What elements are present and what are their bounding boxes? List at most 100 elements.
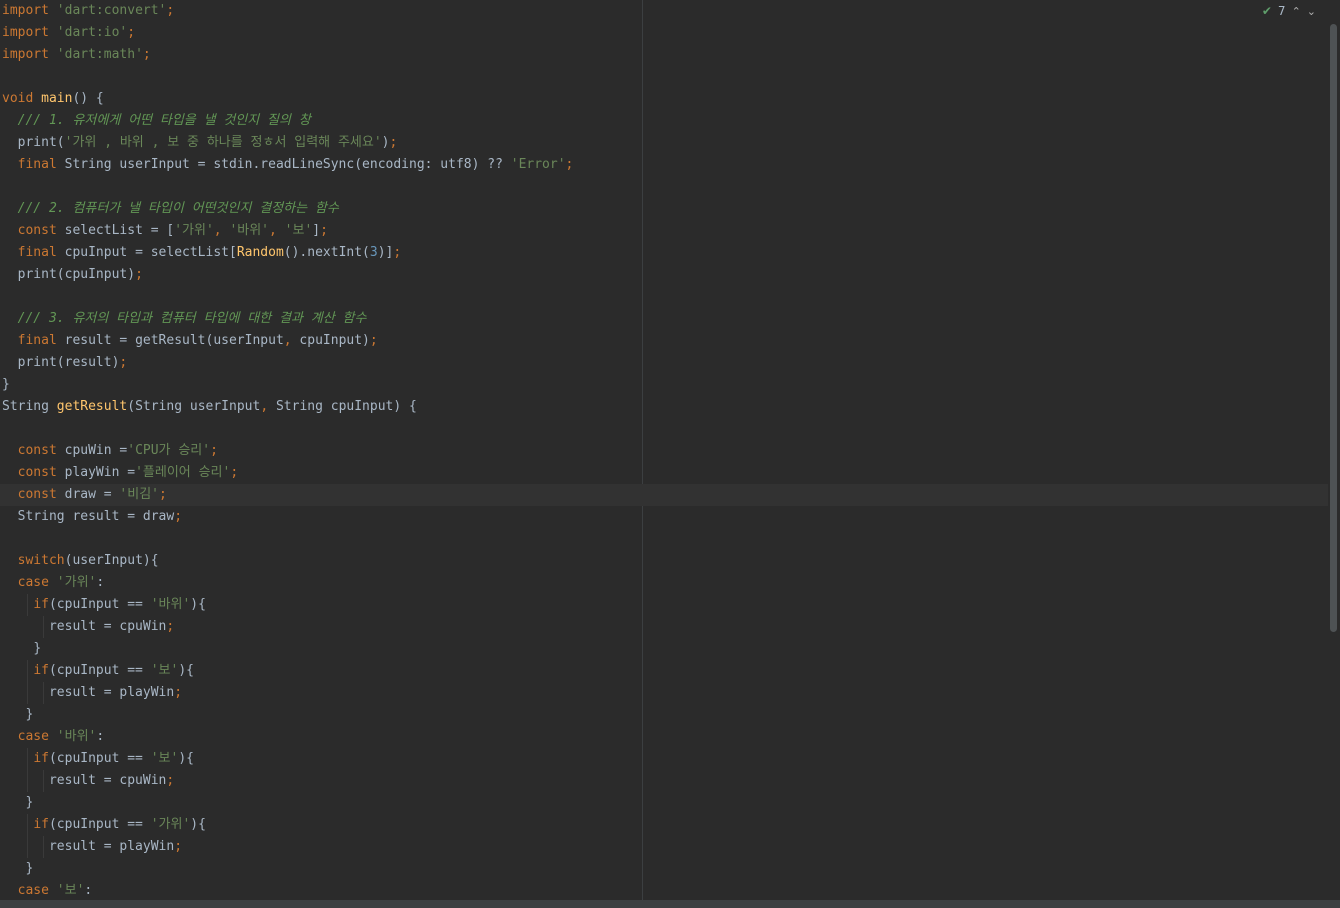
semicolon: ; bbox=[389, 135, 398, 150]
code-line[interactable]: String getResult(String userInput, Strin… bbox=[0, 396, 1328, 418]
code-line[interactable]: if(cpuInput == '바위'){ bbox=[0, 594, 1328, 616]
code-text: () { bbox=[72, 91, 104, 106]
code-line[interactable]: result = playWin; bbox=[0, 836, 1328, 858]
code-line[interactable]: final String userInput = stdin.readLineS… bbox=[0, 154, 1328, 176]
code-line[interactable]: String result = draw; bbox=[0, 506, 1328, 528]
code-text: result = playWin bbox=[48, 685, 175, 700]
code-text: print(result) bbox=[17, 355, 120, 370]
semicolon: ; bbox=[135, 267, 143, 282]
code-line[interactable]: final cpuInput = selectList[Random().nex… bbox=[0, 242, 1328, 264]
code-line-empty[interactable] bbox=[0, 286, 1328, 308]
code-line[interactable]: } bbox=[0, 792, 1328, 814]
code-text: )] bbox=[377, 245, 394, 260]
code-text: result = playWin bbox=[48, 839, 175, 854]
code-line[interactable]: case '보': bbox=[0, 880, 1328, 900]
code-line[interactable]: switch(userInput){ bbox=[0, 550, 1328, 572]
code-line-empty[interactable] bbox=[0, 528, 1328, 550]
code-line-empty[interactable] bbox=[0, 176, 1328, 198]
code-text: cpuInput = selectList[ bbox=[56, 245, 237, 260]
horizontal-scrollbar[interactable] bbox=[0, 900, 1340, 908]
semicolon: ; bbox=[320, 223, 328, 238]
code-line[interactable]: import 'dart:convert'; bbox=[0, 0, 1328, 22]
code-text: draw = bbox=[56, 487, 120, 502]
string-literal: '보' bbox=[56, 883, 85, 898]
code-text: } bbox=[2, 377, 10, 392]
code-line[interactable]: } bbox=[0, 704, 1328, 726]
code-line[interactable]: } bbox=[0, 858, 1328, 880]
code-line[interactable]: print(result); bbox=[0, 352, 1328, 374]
keyword: case bbox=[17, 883, 49, 898]
code-line-current[interactable]: const draw = '비김'; bbox=[0, 484, 1328, 506]
code-line[interactable]: final result = getResult(userInput, cpuI… bbox=[0, 330, 1328, 352]
check-icon[interactable]: ✔ bbox=[1262, 4, 1272, 18]
code-line[interactable]: result = cpuWin; bbox=[0, 616, 1328, 638]
code-line[interactable]: result = playWin; bbox=[0, 682, 1328, 704]
inspection-widget[interactable]: ✔ 7 ⌃ ⌄ bbox=[1262, 2, 1316, 20]
code-line-empty[interactable] bbox=[0, 418, 1328, 440]
code-line[interactable]: print('가위 , 바위 , 보 중 하나를 정ㅎ서 입력해 주세요'); bbox=[0, 132, 1328, 154]
code-line-empty[interactable] bbox=[0, 66, 1328, 88]
code-text: : bbox=[84, 883, 93, 898]
code-text: String result = draw bbox=[17, 509, 175, 524]
code-text: String cpuInput) { bbox=[268, 399, 417, 414]
chevron-down-icon[interactable]: ⌄ bbox=[1307, 5, 1316, 18]
code-line[interactable]: if(cpuInput == '보'){ bbox=[0, 748, 1328, 770]
string-literal: '보' bbox=[150, 663, 179, 678]
code-lines[interactable]: import 'dart:convert'; import 'dart:io';… bbox=[0, 0, 1328, 900]
keyword: switch bbox=[17, 553, 65, 568]
semicolon: ; bbox=[166, 3, 175, 18]
keyword: import bbox=[2, 3, 49, 18]
code-text: : bbox=[96, 729, 105, 744]
code-line[interactable]: case '바위': bbox=[0, 726, 1328, 748]
comma: , bbox=[283, 333, 292, 348]
code-text: ().nextInt( bbox=[283, 245, 370, 260]
string-literal: '가위' bbox=[174, 223, 214, 238]
code-line[interactable]: const cpuWin ='CPU가 승리'; bbox=[0, 440, 1328, 462]
code-line[interactable]: /// 3. 유저의 타입과 컴퓨터 타입에 대한 결과 계산 함수 bbox=[0, 308, 1328, 330]
code-line[interactable]: void main() { bbox=[0, 88, 1328, 110]
warnings-count[interactable]: 7 bbox=[1278, 4, 1286, 18]
code-line[interactable]: const playWin ='플레이어 승리'; bbox=[0, 462, 1328, 484]
semicolon: ; bbox=[174, 839, 183, 854]
scrollbar-thumb[interactable] bbox=[1330, 24, 1337, 632]
keyword: if bbox=[33, 751, 49, 766]
code-text: ){ bbox=[178, 663, 194, 678]
string-literal: '플레이어 승리' bbox=[135, 465, 231, 480]
code-text: ] bbox=[312, 223, 321, 238]
code-text: cpuWin = bbox=[56, 443, 128, 458]
code-line[interactable]: } bbox=[0, 638, 1328, 660]
code-line[interactable]: print(cpuInput); bbox=[0, 264, 1328, 286]
semicolon: ; bbox=[119, 355, 128, 370]
code-line[interactable]: result = cpuWin; bbox=[0, 770, 1328, 792]
code-editor[interactable]: import 'dart:convert'; import 'dart:io';… bbox=[0, 0, 1328, 900]
code-line[interactable]: import 'dart:io'; bbox=[0, 22, 1328, 44]
semicolon: ; bbox=[174, 509, 183, 524]
vertical-scrollbar[interactable] bbox=[1328, 0, 1340, 900]
string-literal: '가위' bbox=[56, 575, 97, 590]
code-line[interactable]: const selectList = ['가위', '바위', '보']; bbox=[0, 220, 1328, 242]
string-literal: 'dart:math' bbox=[56, 47, 143, 62]
code-line[interactable]: if(cpuInput == '가위'){ bbox=[0, 814, 1328, 836]
code-line[interactable]: /// 1. 유저에게 어떤 타입을 낼 것인지 질의 창 bbox=[0, 110, 1328, 132]
code-text: cpuInput) bbox=[291, 333, 370, 348]
keyword: if bbox=[33, 597, 49, 612]
keyword: if bbox=[33, 817, 49, 832]
code-text: } bbox=[25, 861, 34, 876]
semicolon: ; bbox=[127, 25, 136, 40]
semicolon: ; bbox=[230, 465, 239, 480]
string-literal: '바위' bbox=[150, 597, 191, 612]
code-line[interactable]: case '가위': bbox=[0, 572, 1328, 594]
string-literal: 'Error' bbox=[510, 157, 566, 172]
code-line[interactable]: import 'dart:math'; bbox=[0, 44, 1328, 66]
code-text: playWin = bbox=[56, 465, 136, 480]
code-line[interactable]: } bbox=[0, 374, 1328, 396]
keyword: import bbox=[2, 25, 49, 40]
code-line[interactable]: /// 2. 컴퓨터가 낼 타입이 어떤것인지 결정하는 함수 bbox=[0, 198, 1328, 220]
code-line[interactable]: if(cpuInput == '보'){ bbox=[0, 660, 1328, 682]
number-literal: 3 bbox=[369, 245, 378, 260]
chevron-up-icon[interactable]: ⌃ bbox=[1292, 5, 1301, 18]
